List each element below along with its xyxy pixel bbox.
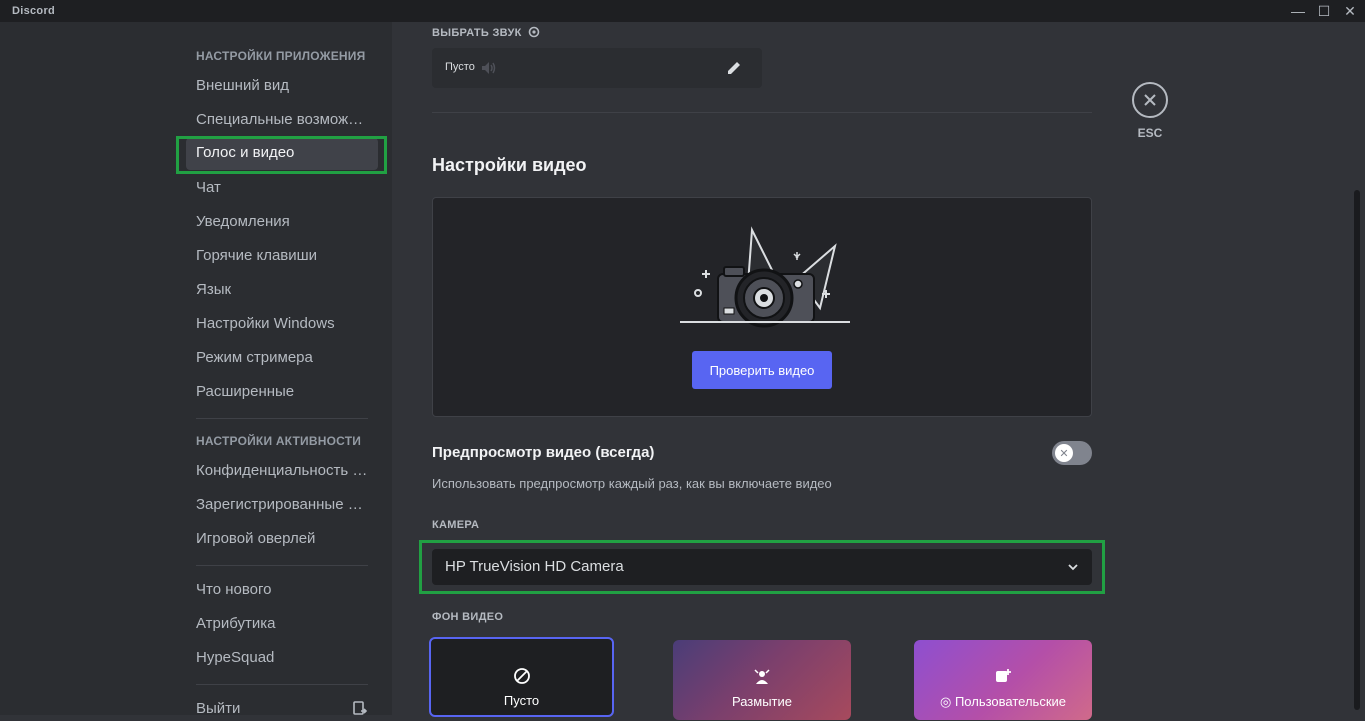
blur-icon xyxy=(753,668,771,689)
chevron-down-icon xyxy=(1066,560,1080,578)
test-video-button[interactable]: Проверить видео xyxy=(692,351,832,389)
sidebar-item-activity-privacy[interactable]: Конфиденциальность … xyxy=(196,462,372,479)
sidebar-item-voice-video[interactable]: Голос и видео xyxy=(186,138,378,170)
toggle-off-icon: ✕ xyxy=(1055,444,1073,462)
sidebar-item-game-overlay[interactable]: Игровой оверлей xyxy=(196,530,372,547)
sidebar-item-keybinds[interactable]: Горячие клавиши xyxy=(196,247,372,264)
sidebar-item-merch[interactable]: Атрибутика xyxy=(196,615,372,632)
sidebar-item-accessibility[interactable]: Специальные возмож… xyxy=(196,111,372,128)
background-custom-tile[interactable]: ◎ Пользовательские xyxy=(914,640,1092,720)
camera-illustration xyxy=(680,224,850,333)
background-blur-label: Размытие xyxy=(731,694,792,709)
camera-label: КАМЕРА xyxy=(432,519,480,531)
sound-value: Пусто xyxy=(445,61,475,73)
background-custom-label: ◎ Пользовательские xyxy=(939,694,1066,709)
speaker-icon[interactable] xyxy=(480,59,498,82)
sidebar-item-registered-games[interactable]: Зарегистрированные … xyxy=(196,496,372,513)
maximize-icon: ☐ xyxy=(1317,2,1331,19)
app-settings-header: НАСТРОЙКИ ПРИЛОЖЕНИЯ xyxy=(196,49,366,63)
edit-icon[interactable] xyxy=(725,59,743,82)
camera-value: HP TrueVision HD Camera xyxy=(445,558,624,575)
video-settings-title: Настройки видео xyxy=(432,155,587,175)
section-divider xyxy=(432,112,1092,113)
sidebar-divider xyxy=(196,418,368,419)
sidebar-item-whats-new[interactable]: Что нового xyxy=(196,581,372,598)
sidebar-item-appearance[interactable]: Внешний вид xyxy=(196,77,372,94)
close-window-button[interactable]: ✕ xyxy=(1336,0,1364,22)
scrollbar[interactable] xyxy=(1354,190,1360,710)
sidebar-divider xyxy=(196,565,368,566)
camera-select[interactable]: HP TrueVision HD Camera xyxy=(432,549,1092,585)
sound-select[interactable]: Пусто xyxy=(432,48,762,88)
sidebar-item-hypesquad[interactable]: HypeSquad xyxy=(196,649,372,666)
sidebar-item-advanced[interactable]: Расширенные xyxy=(196,383,372,400)
sidebar-item-chat[interactable]: Чат xyxy=(196,179,372,196)
sidebar-item-notifications[interactable]: Уведомления xyxy=(196,213,372,230)
app-title: Discord xyxy=(12,5,56,17)
sound-label: ВЫБРАТЬ ЗВУК xyxy=(432,26,540,41)
sidebar-item-logout[interactable]: Выйти xyxy=(196,700,316,717)
close-icon xyxy=(1144,94,1156,106)
close-settings-button[interactable] xyxy=(1132,82,1168,118)
background-none-tile[interactable]: Пусто xyxy=(429,637,614,717)
nitro-icon xyxy=(528,26,540,41)
title-bar: Discord — ☐ ✕ xyxy=(0,0,1365,22)
preview-toggle[interactable]: ✕ xyxy=(1052,441,1092,465)
add-image-icon xyxy=(994,668,1012,689)
minimize-icon: — xyxy=(1291,3,1305,19)
background-blur-tile[interactable]: Размытие xyxy=(673,640,851,720)
minimize-button[interactable]: — xyxy=(1284,0,1312,22)
activity-settings-header: НАСТРОЙКИ АКТИВНОСТИ xyxy=(196,434,362,448)
sidebar-item-streamer-mode[interactable]: Режим стримера xyxy=(196,349,372,366)
sidebar-item-windows-settings[interactable]: Настройки Windows xyxy=(196,315,372,332)
none-icon xyxy=(513,667,531,688)
esc-label: ESC xyxy=(1137,126,1163,140)
background-label: ФОН ВИДЕО xyxy=(432,611,504,623)
sidebar-divider xyxy=(196,684,368,685)
sidebar-item-language[interactable]: Язык xyxy=(196,281,372,298)
preview-description: Использовать предпросмотр каждый раз, ка… xyxy=(432,476,832,491)
logout-icon xyxy=(352,700,368,721)
nitro-icon: ◎ xyxy=(939,694,952,709)
background-none-label: Пусто xyxy=(503,693,540,708)
preview-toggle-title: Предпросмотр видео (всегда) xyxy=(432,444,655,461)
maximize-button[interactable]: ☐ xyxy=(1310,0,1338,22)
close-icon: ✕ xyxy=(1344,2,1356,19)
